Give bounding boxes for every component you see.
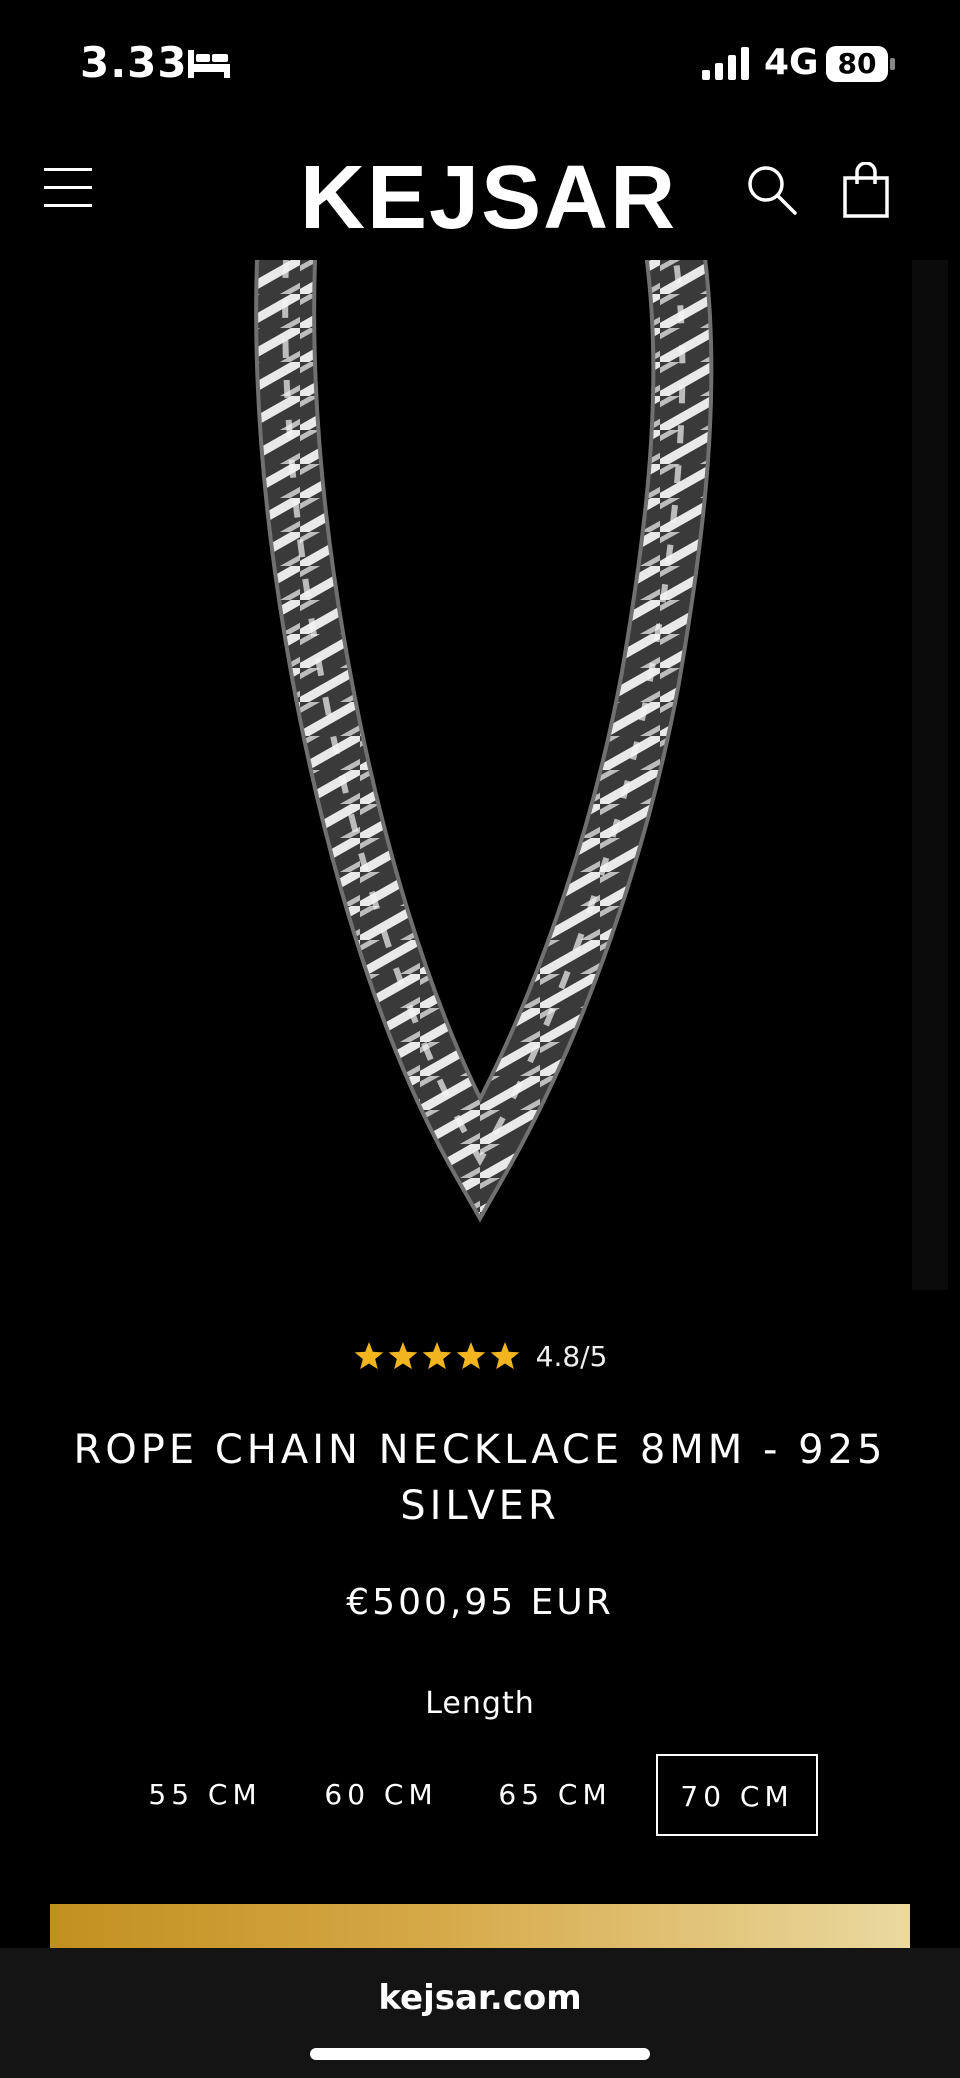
star-icon [388,1341,417,1369]
product-title: ROPE CHAIN NECKLACE 8MM - 925 SILVER [73,1427,887,1529]
star-rating-icon [354,1341,519,1369]
length-option-65[interactable]: 65 CM [490,1754,620,1836]
length-option-70[interactable]: 70 CM [656,1754,818,1836]
battery-level: 80 [837,47,877,80]
product-image[interactable] [0,229,912,1290]
product-price: €500,95 EUR [346,1582,614,1623]
star-icon [354,1341,383,1369]
status-time: 3.33 [80,38,188,87]
cart-bag-icon[interactable] [842,162,890,218]
star-icon [422,1341,451,1369]
length-option-60[interactable]: 60 CM [316,1754,446,1836]
home-indicator[interactable] [310,2048,650,2060]
length-label: Length [425,1686,535,1721]
length-options: 55 CM 60 CM 65 CM 70 CM [0,1754,960,1840]
search-icon[interactable] [746,164,798,216]
next-image-peek[interactable] [912,260,948,1290]
rope-chain-necklace-image [254,229,714,1223]
sleep-bed-icon [188,50,230,78]
status-bar: 3.33 4G 80 [0,0,960,120]
site-logo[interactable]: KEJSAR [300,148,675,248]
signal-bars-icon [702,47,749,80]
site-header: KEJSAR [0,140,960,260]
star-icon [490,1341,519,1369]
url-bar[interactable]: kejsar.com [0,1978,960,2018]
length-option-55[interactable]: 55 CM [140,1754,270,1836]
browser-bottom-bar: kejsar.com [0,1948,960,2078]
menu-icon[interactable] [44,164,94,212]
network-type: 4G [764,42,819,83]
rating-value: 4.8/5 [535,1340,608,1373]
product-rating: 4.8/5 [0,1340,960,1390]
star-icon [456,1341,485,1369]
